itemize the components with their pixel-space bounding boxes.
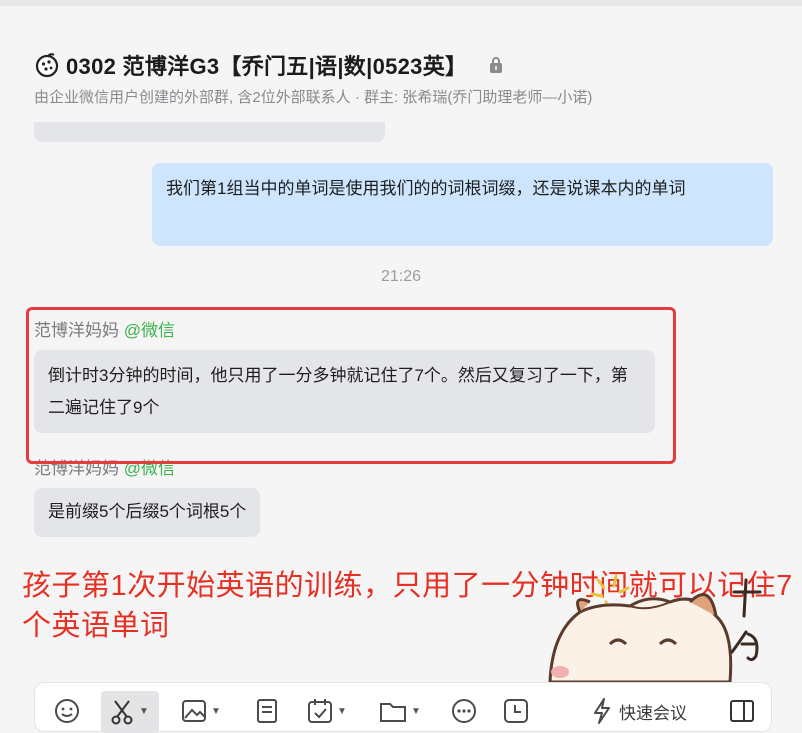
highlight-box [26,307,676,464]
cat-sticker [548,574,762,682]
group-subtitle: 由企业微信用户创建的外部群, 含2位外部联系人 · 群主: 张希瑞(乔门助理老师… [34,89,593,106]
title-row: 0302 范博洋G3【乔门五|语|数|0523英】 [34,50,503,80]
folder-icon [380,703,406,722]
message-timestamp: 21:26 [380,268,422,285]
sidebar-icon [730,700,754,722]
quick-meeting-label: 快速会议 [619,703,687,723]
image-icon [182,700,206,722]
page-title: 0302 范博洋G3【乔门五|语|数|0523英】 [66,54,468,79]
message-bubble-incoming[interactable]: 是前缀5个后缀5个词根5个 [34,488,261,537]
input-toolbar: ▼ ▼ ▼ ▼ 快速会议 [34,682,772,733]
chevron-down-icon[interactable]: ▼ [139,706,149,717]
chevron-down-icon[interactable]: ▼ [411,706,421,717]
chevron-down-icon[interactable]: ▼ [211,706,221,717]
chevron-down-icon[interactable]: ▼ [337,706,347,717]
group-avatar-icon [35,53,59,78]
message-bubble-partial [34,122,385,142]
document-icon [257,699,277,723]
clock-icon [504,699,528,723]
lock-icon [490,57,503,73]
message-bubble-outgoing[interactable]: 我们第1组当中的单词是使用我们的的词根词缀，还是说课本内的单词 [152,163,773,246]
lightning-icon [594,698,610,724]
chat-header: 0302 范博洋G3【乔门五|语|数|0523英】 由企业微信用户创建的外部群,… [0,6,802,122]
calendar-check-icon [308,699,332,723]
more-icon [452,699,476,723]
